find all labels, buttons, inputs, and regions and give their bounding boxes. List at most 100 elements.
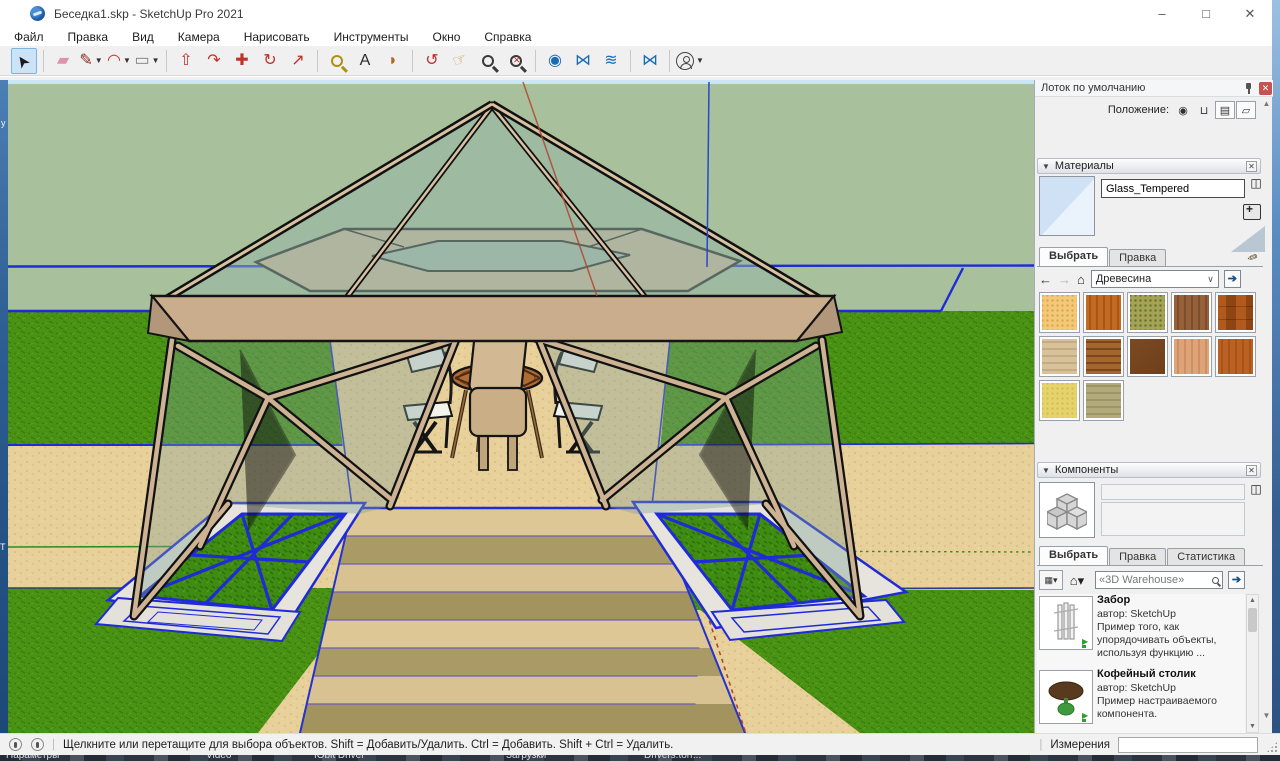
material-swatch-9[interactable] [1215, 336, 1256, 377]
model-viewport[interactable] [8, 80, 1034, 733]
minimize-button[interactable]: – [1140, 0, 1184, 27]
tray-scroll-up-icon[interactable]: ▲ [1261, 98, 1272, 109]
maximize-button[interactable]: □ [1184, 0, 1228, 27]
menu-3[interactable]: Камера [178, 30, 220, 44]
material-category-dropdown[interactable]: Древесина ∨ [1091, 270, 1219, 288]
material-swatch-6[interactable] [1083, 336, 1124, 377]
material-swatch-11[interactable] [1083, 380, 1124, 421]
viewport-canvas[interactable] [8, 80, 1034, 733]
eraser-tray-icon[interactable]: ▱ [1236, 101, 1256, 119]
collapse-triangle-icon[interactable]: ▼ [1042, 466, 1050, 475]
material-swatch-5[interactable] [1039, 336, 1080, 377]
taskbar-label[interactable]: Video [206, 755, 231, 761]
dropdown-caret-icon[interactable]: ▼ [152, 56, 160, 65]
material-swatch-3[interactable] [1171, 292, 1212, 333]
scroll-down-icon[interactable]: ▼ [1247, 721, 1258, 732]
component-list-scrollbar[interactable]: ▲ ▼ [1246, 594, 1259, 733]
menu-4[interactable]: Нарисовать [244, 30, 310, 44]
collapse-triangle-icon[interactable]: ▼ [1042, 162, 1050, 171]
rotate-tool[interactable]: ↻ [257, 48, 283, 74]
dropdown-caret-icon[interactable]: ▼ [123, 56, 131, 65]
component-description-field[interactable] [1101, 502, 1245, 536]
forward-arrow-icon[interactable]: → [1058, 272, 1071, 287]
back-arrow-icon[interactable]: ← [1039, 272, 1052, 287]
tape-measure-tool[interactable] [324, 48, 350, 74]
tab-materials-select[interactable]: Выбрать [1039, 247, 1108, 266]
text-tool[interactable]: A [352, 48, 378, 74]
tray-close-icon[interactable]: ✕ [1259, 82, 1272, 95]
component-thumbnail[interactable] [1039, 596, 1093, 650]
extension-manager-tool[interactable]: ⋈ [637, 48, 663, 74]
rectangle-tool[interactable]: ▭▼ [134, 48, 160, 74]
components-close-icon[interactable]: ✕ [1246, 465, 1257, 476]
followme-tool[interactable]: ↷ [201, 48, 227, 74]
menu-6[interactable]: Окно [432, 30, 460, 44]
component-thumbnail[interactable] [1039, 670, 1093, 724]
view-options-icon[interactable]: ▦▾ [1039, 570, 1063, 590]
pushpull-tool[interactable]: ⇧ [173, 48, 199, 74]
geolocation-icon[interactable] [9, 738, 22, 751]
pin-icon[interactable] [1243, 83, 1253, 93]
component-list-item-1[interactable]: Кофейный столикавтор: SketchUpПример нас… [1037, 668, 1245, 724]
home-icon[interactable]: ⌂ [1077, 272, 1085, 287]
line-tool[interactable]: ✎▼ [78, 48, 104, 74]
component-list-item-0[interactable]: Заборавтор: SketchUpПример того, как упо… [1037, 594, 1245, 660]
windows-taskbar[interactable]: Параметры Video IObit Driver Загрузки Driver… [0, 755, 1280, 761]
taskbar-label[interactable]: IObit Driver [314, 755, 365, 761]
dropdown-caret-icon[interactable]: ▼ [95, 56, 103, 65]
offset-tool[interactable]: ↗ [285, 48, 311, 74]
menu-2[interactable]: Вид [132, 30, 154, 44]
home-icon[interactable]: ⌂▾ [1063, 570, 1091, 590]
search-icon[interactable] [1212, 577, 1219, 584]
create-material-icon[interactable] [1243, 204, 1261, 220]
tab-components-statistics[interactable]: Статистика [1167, 548, 1245, 565]
menu-7[interactable]: Справка [484, 30, 531, 44]
menu-5[interactable]: Инструменты [334, 30, 409, 44]
tray-header[interactable]: Лоток по умолчанию ✕ [1035, 80, 1273, 97]
zoom-extents-tool[interactable] [503, 48, 529, 74]
materials-close-icon[interactable]: ✕ [1246, 161, 1257, 172]
unlock-icon[interactable]: ⊔ [1194, 101, 1214, 119]
scrollbar-thumb[interactable] [1248, 608, 1257, 632]
share-component-tool[interactable]: ≋ [598, 48, 624, 74]
measurements-input[interactable] [1118, 737, 1258, 753]
secondary-pane-icon[interactable]: ◫ [1249, 482, 1263, 498]
visibility-eye-icon[interactable]: ◉ [1173, 101, 1193, 119]
taskbar-label[interactable]: Drivers.torr... [644, 755, 701, 761]
tray-scroll-down-icon[interactable]: ▼ [1261, 710, 1272, 721]
materials-section-header[interactable]: ▼ Материалы ✕ [1037, 158, 1261, 174]
taskbar-label[interactable]: Параметры [6, 755, 59, 761]
close-button[interactable]: ✕ [1228, 0, 1272, 27]
arc-tool[interactable]: ◠▼ [106, 48, 132, 74]
account-button[interactable]: ▼ [676, 48, 704, 74]
eraser-tool[interactable]: ▰ [50, 48, 76, 74]
scroll-up-icon[interactable]: ▲ [1247, 595, 1258, 606]
zoom-tool[interactable] [475, 48, 501, 74]
dropdown-caret-icon[interactable]: ▼ [696, 56, 704, 65]
components-section-header[interactable]: ▼ Компоненты ✕ [1037, 462, 1261, 478]
material-swatch-10[interactable] [1039, 380, 1080, 421]
sample-paint-icon[interactable] [1231, 226, 1265, 252]
share-model-tool[interactable]: ⋈ [570, 48, 596, 74]
secondary-pane-icon[interactable]: ◫ [1249, 176, 1263, 192]
material-name-input[interactable] [1101, 179, 1245, 198]
move-tool[interactable]: ✚ [229, 48, 255, 74]
material-swatch-7[interactable] [1127, 336, 1168, 377]
warehouse-3d-tool[interactable]: ◉ [542, 48, 568, 74]
orbit-tool[interactable]: ↺ [419, 48, 445, 74]
material-swatch-1[interactable] [1083, 292, 1124, 333]
tab-components-select[interactable]: Выбрать [1039, 546, 1108, 565]
tab-materials-edit[interactable]: Правка [1109, 249, 1166, 266]
material-swatch-0[interactable] [1039, 292, 1080, 333]
details-arrow-icon[interactable]: ➔ [1228, 571, 1245, 589]
component-name-field[interactable] [1101, 484, 1245, 500]
material-swatch-2[interactable] [1127, 292, 1168, 333]
taskbar-label[interactable]: Загрузки [506, 755, 546, 761]
pan-tool[interactable]: ☞ [447, 48, 473, 74]
paint-tray-icon[interactable]: ▤ [1215, 101, 1235, 119]
material-swatch-4[interactable] [1215, 292, 1256, 333]
details-arrow-icon[interactable]: ➔ [1224, 270, 1241, 288]
menu-1[interactable]: Правка [68, 30, 109, 44]
warehouse-search-box[interactable]: «3D Warehouse» [1095, 571, 1223, 589]
tab-components-edit[interactable]: Правка [1109, 548, 1166, 565]
